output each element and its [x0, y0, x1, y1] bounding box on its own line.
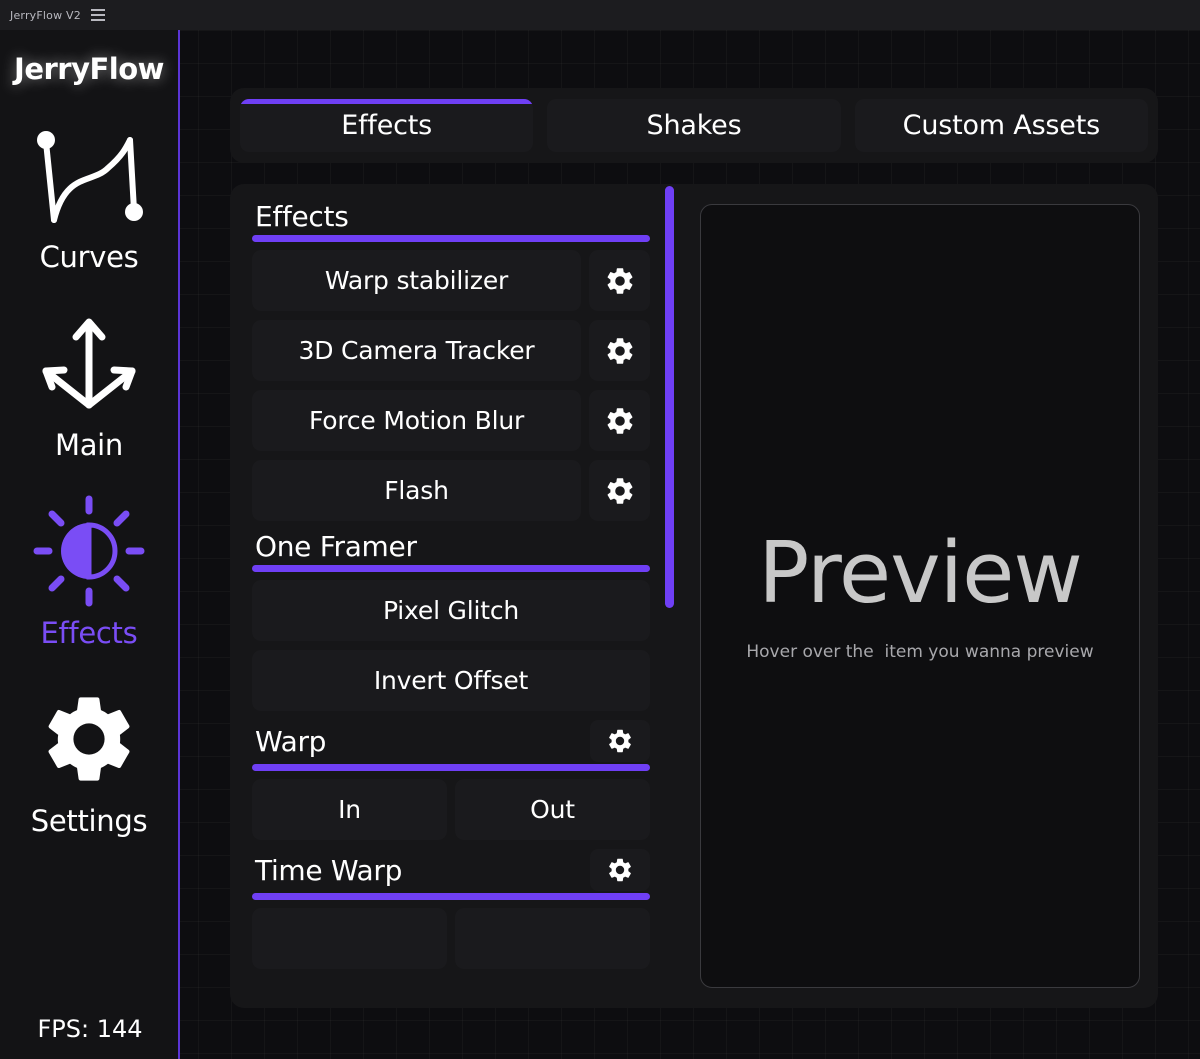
hamburger-icon[interactable]	[91, 9, 105, 21]
gear-icon	[29, 680, 149, 798]
sidebar-item-effects[interactable]: Effects	[4, 492, 174, 650]
gear-icon[interactable]	[589, 320, 650, 381]
list-item	[252, 908, 650, 969]
section-header-effects: Effects	[252, 200, 650, 233]
app-title: JerryFlow V2	[10, 9, 81, 22]
effect-invert-offset[interactable]: Invert Offset	[252, 650, 650, 711]
section-divider	[252, 235, 650, 242]
fps-counter: FPS: 144	[0, 1015, 180, 1043]
bezier-curve-icon	[29, 116, 149, 234]
titlebar: JerryFlow V2	[0, 0, 1200, 30]
gear-icon[interactable]	[589, 460, 650, 521]
sidebar: JerryFlow Curves	[0, 30, 180, 1059]
effect-label: Out	[530, 795, 575, 824]
section-title: Effects	[252, 200, 349, 233]
sidebar-item-label: Effects	[41, 616, 138, 650]
effect-label: Flash	[384, 476, 449, 505]
time-warp-option-2[interactable]	[455, 908, 650, 969]
list-item: In Out	[252, 779, 650, 840]
sidebar-item-settings[interactable]: Settings	[4, 680, 174, 838]
sidebar-item-label: Settings	[31, 804, 148, 838]
tab-label: Effects	[341, 110, 432, 141]
effect-label: Pixel Glitch	[383, 596, 519, 625]
section-divider	[252, 764, 650, 771]
time-warp-option-1[interactable]	[252, 908, 447, 969]
tab-effects[interactable]: Effects	[240, 99, 533, 152]
effect-label: Warp stabilizer	[325, 266, 508, 295]
effects-list: Effects Warp stabilizer 3D Camera Tracke…	[230, 184, 670, 1008]
section-divider	[252, 893, 650, 900]
effect-flash[interactable]: Flash	[252, 460, 581, 521]
effect-force-motion-blur[interactable]: Force Motion Blur	[252, 390, 581, 451]
list-item: Flash	[252, 460, 650, 521]
effect-label: In	[338, 795, 361, 824]
scrollbar-thumb[interactable]	[665, 186, 674, 608]
list-item: Invert Offset	[252, 650, 650, 711]
brightness-contrast-icon	[29, 492, 149, 610]
transform-arrows-icon	[29, 304, 149, 422]
section-header-warp: Warp	[252, 720, 650, 762]
preview-panel: Preview Hover over the item you wanna pr…	[700, 204, 1140, 988]
section-title: Warp	[252, 725, 326, 758]
sidebar-item-label: Main	[55, 428, 123, 462]
app-window: JerryFlow V2 JerryFlow Curves	[0, 0, 1200, 1059]
preview-subtitle: Hover over the item you wanna preview	[746, 642, 1093, 662]
effect-3d-camera-tracker[interactable]: 3D Camera Tracker	[252, 320, 581, 381]
warp-out-button[interactable]: Out	[455, 779, 650, 840]
sidebar-item-label: Curves	[40, 240, 139, 274]
effect-warp-stabilizer[interactable]: Warp stabilizer	[252, 250, 581, 311]
effect-label: 3D Camera Tracker	[299, 336, 535, 365]
warp-in-button[interactable]: In	[252, 779, 447, 840]
effect-label: Force Motion Blur	[309, 406, 524, 435]
effect-label: Invert Offset	[374, 666, 528, 695]
gear-icon[interactable]	[589, 390, 650, 451]
tab-label: Custom Assets	[903, 110, 1100, 141]
effect-pixel-glitch[interactable]: Pixel Glitch	[252, 580, 650, 641]
scrollbar-track[interactable]	[660, 184, 680, 1008]
list-item: Force Motion Blur	[252, 390, 650, 451]
content-panel: Effects Warp stabilizer 3D Camera Tracke…	[230, 184, 1158, 1008]
list-item: 3D Camera Tracker	[252, 320, 650, 381]
tab-custom-assets[interactable]: Custom Assets	[855, 99, 1148, 152]
sidebar-item-main[interactable]: Main	[4, 304, 174, 462]
list-item: Pixel Glitch	[252, 580, 650, 641]
section-divider	[252, 565, 650, 572]
gear-icon[interactable]	[590, 720, 650, 762]
section-title: Time Warp	[252, 854, 402, 887]
preview-title: Preview	[758, 531, 1082, 616]
tab-shakes[interactable]: Shakes	[547, 99, 840, 152]
gear-icon[interactable]	[589, 250, 650, 311]
section-header-time-warp: Time Warp	[252, 849, 650, 891]
section-title: One Framer	[252, 530, 417, 563]
brand-logo: JerryFlow	[14, 52, 164, 86]
section-header-one-framer: One Framer	[252, 530, 650, 563]
tab-label: Shakes	[647, 110, 742, 141]
sidebar-item-curves[interactable]: Curves	[4, 116, 174, 274]
tab-bar: Effects Shakes Custom Assets	[230, 88, 1158, 163]
list-item: Warp stabilizer	[252, 250, 650, 311]
gear-icon[interactable]	[590, 849, 650, 891]
